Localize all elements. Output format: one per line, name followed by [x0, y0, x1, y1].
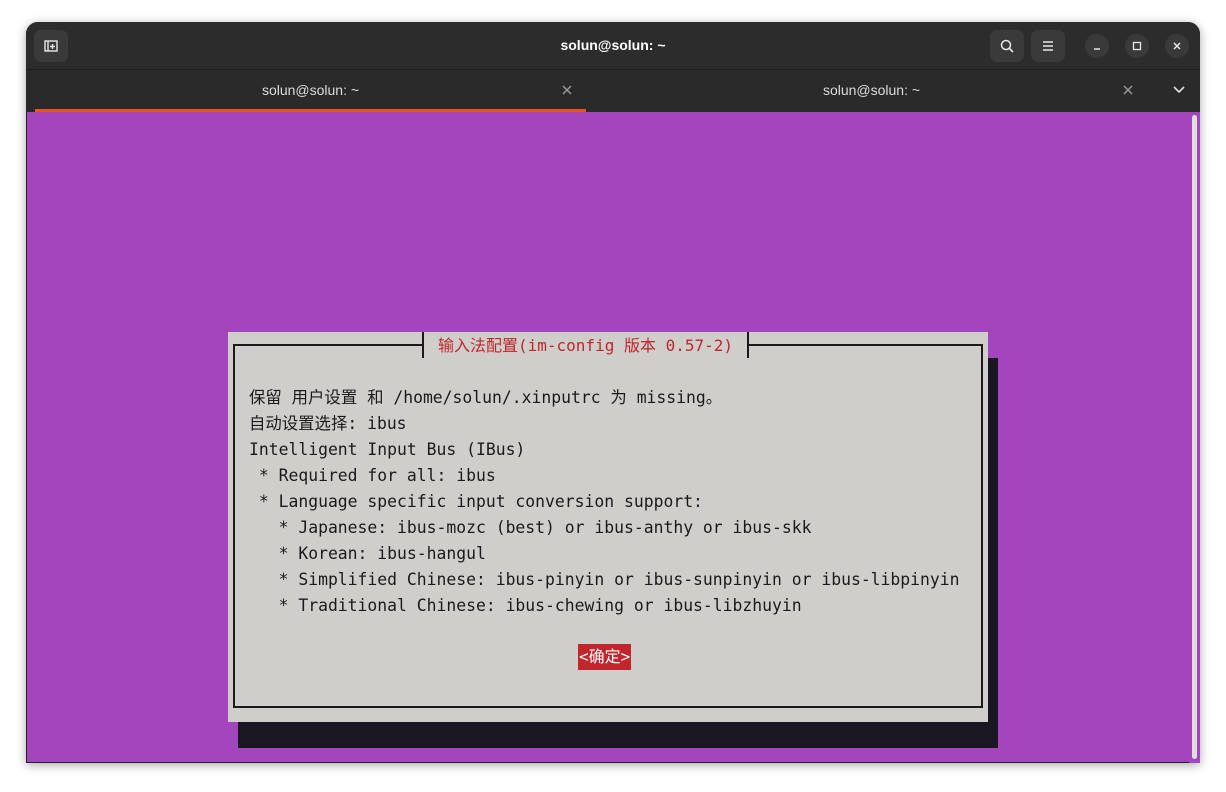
search-icon	[1000, 39, 1014, 53]
terminal-window: solun@solun: ~ solun@solun: ~ solun@solu…	[26, 22, 1200, 763]
close-icon	[1173, 42, 1181, 50]
minimize-icon	[1094, 48, 1100, 50]
tab-1-label: solun@solun: ~	[261, 82, 360, 98]
message-line: Intelligent Input Bus (IBus)	[249, 440, 526, 459]
minimize-button[interactable]	[1085, 34, 1109, 58]
maximize-icon	[1132, 41, 1142, 51]
tab-1[interactable]: solun@solun: ~	[35, 70, 586, 112]
terminal-area[interactable]: 输入法配置(im-config 版本 0.57-2) 保留 用户设置 和 /ho…	[27, 112, 1189, 762]
ok-button[interactable]: <确定>	[578, 644, 632, 670]
maximize-button[interactable]	[1125, 34, 1149, 58]
dialog-title-box: 输入法配置(im-config 版本 0.57-2)	[422, 332, 750, 358]
close-window-button[interactable]	[1165, 34, 1189, 58]
dialog-title: 输入法配置(im-config 版本 0.57-2)	[438, 336, 734, 355]
new-tab-icon	[44, 40, 58, 52]
message-line: * Korean: ibus-hangul	[249, 544, 486, 563]
tab-bar: solun@solun: ~ solun@solun: ~	[26, 69, 1200, 112]
scrollbar-thumb[interactable]	[1192, 115, 1197, 759]
chevron-down-icon[interactable]	[1172, 85, 1186, 95]
message-line: * Japanese: ibus-mozc (best) or ibus-ant…	[249, 518, 812, 537]
hamburger-menu-icon	[1043, 41, 1053, 51]
tab-2-close-icon[interactable]	[1121, 83, 1135, 97]
new-tab-button[interactable]	[34, 30, 68, 62]
titlebar[interactable]: solun@solun: ~	[26, 22, 1200, 69]
message-line: * Language specific input conversion sup…	[249, 492, 703, 511]
message-line: * Traditional Chinese: ibus-chewing or i…	[249, 596, 802, 615]
tab-2-label: solun@solun: ~	[822, 82, 921, 98]
message-line: * Required for all: ibus	[249, 466, 496, 485]
tab-1-close-icon[interactable]	[560, 83, 574, 97]
scrollbar[interactable]	[1189, 112, 1200, 763]
tab-2[interactable]: solun@solun: ~	[596, 70, 1147, 112]
message-line: 自动设置选择: ibus	[249, 414, 407, 433]
dialog-message: 保留 用户设置 和 /home/solun/.xinputrc 为 missin…	[249, 385, 960, 619]
menu-button[interactable]	[1031, 30, 1065, 62]
im-config-dialog: 输入法配置(im-config 版本 0.57-2) 保留 用户设置 和 /ho…	[228, 332, 988, 722]
search-button[interactable]	[990, 30, 1024, 62]
message-line: * Simplified Chinese: ibus-pinyin or ibu…	[249, 570, 960, 589]
message-line: 保留 用户设置 和 /home/solun/.xinputrc 为 missin…	[249, 388, 723, 407]
